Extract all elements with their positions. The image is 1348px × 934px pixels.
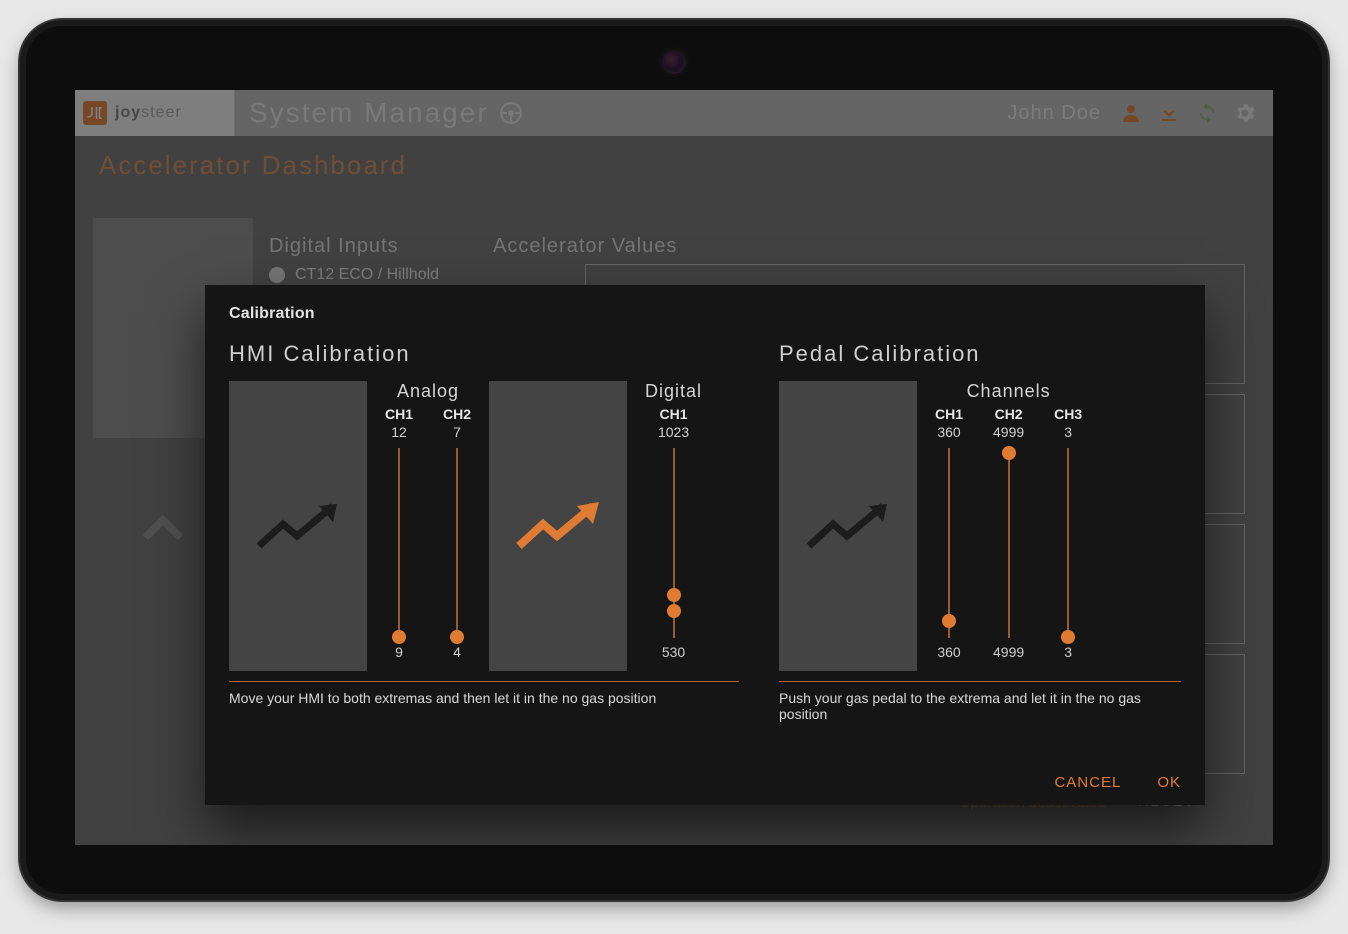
pedal-ch1: CH1 360 360 [935,406,963,660]
cancel-button[interactable]: CANCEL [1054,774,1121,791]
slider-thumb[interactable] [667,604,681,618]
brand-logo-icon [83,101,107,125]
digital-label: Digital [645,381,702,402]
slider-thumb[interactable] [667,588,681,602]
slider-track[interactable] [948,448,950,638]
section-divider [779,681,1181,682]
digital-input-row[interactable]: CT12 ECO / Hillhold [269,266,439,284]
slider-thumb[interactable] [392,630,406,644]
tablet-frame: joysteer System Manager John Doe [20,20,1328,900]
accelerator-values-heading: Accelerator Values [493,235,677,258]
hmi-calibration-section: HMI Calibration Analog [229,341,739,758]
digital-inputs-heading: Digital Inputs [269,235,399,258]
brand-logo[interactable]: joysteer [75,90,235,136]
slider-track[interactable] [398,448,400,638]
pedal-instructions: Push your gas pedal to the extrema and l… [779,690,1181,722]
screen: joysteer System Manager John Doe [75,90,1273,845]
hmi-digital-chart [489,381,627,671]
trend-up-icon [253,496,343,556]
trend-up-icon [803,496,893,556]
hmi-analog-chart [229,381,367,671]
hmi-analog-ch1: CH1 12 9 [385,406,413,660]
pedal-calibration-section: Pedal Calibration Channels [779,341,1181,758]
calibration-modal: Calibration HMI Calibration Analog [205,285,1205,805]
hmi-analog-ch2: CH2 7 4 [443,406,471,660]
appbar-actions: John Doe [1007,101,1273,125]
modal-title: Calibration [229,305,1181,323]
analog-label: Analog [397,381,459,402]
user-icon[interactable] [1119,101,1143,125]
app-bar: joysteer System Manager John Doe [75,90,1273,136]
hmi-instructions: Move your HMI to both extremas and then … [229,690,739,706]
hmi-analog-group: Analog CH1 12 9 [385,381,471,660]
slider-track[interactable] [673,448,675,638]
modal-actions: CANCEL OK [229,758,1181,791]
steering-wheel-icon [499,101,523,125]
download-icon[interactable] [1157,101,1181,125]
chevron-left-icon[interactable] [133,500,193,565]
pedal-channels-group: Channels CH1 360 360 [935,381,1082,660]
hmi-section-title: HMI Calibration [229,341,739,367]
user-name[interactable]: John Doe [1007,102,1101,125]
channels-label: Channels [967,381,1051,402]
hmi-digital-group: Digital CH1 1023 530 [645,381,702,660]
page-title: Accelerator Dashboard [75,136,1273,191]
gear-icon[interactable] [1233,101,1257,125]
digital-input-label: CT12 ECO / Hillhold [295,266,439,284]
section-divider [229,681,739,682]
slider-track[interactable] [1008,448,1010,638]
app-title-text: System Manager [249,97,489,129]
pedal-chart [779,381,917,671]
brand-logo-text: joysteer [115,104,182,122]
pedal-ch2: CH2 4999 4999 [993,406,1024,660]
radio-icon [269,267,285,283]
slider-thumb[interactable] [1061,630,1075,644]
ok-button[interactable]: OK [1157,774,1181,791]
pedal-section-title: Pedal Calibration [779,341,1181,367]
hmi-digital-ch1: CH1 1023 530 [658,406,689,660]
pedal-ch3: CH3 3 3 [1054,406,1082,660]
slider-thumb[interactable] [450,630,464,644]
app-title: System Manager [249,97,523,129]
slider-track[interactable] [1067,448,1069,638]
tablet-camera [662,50,686,74]
sync-icon[interactable] [1195,101,1219,125]
slider-thumb[interactable] [1002,446,1016,460]
trend-up-icon [513,496,603,556]
slider-thumb[interactable] [942,614,956,628]
slider-track[interactable] [456,448,458,638]
